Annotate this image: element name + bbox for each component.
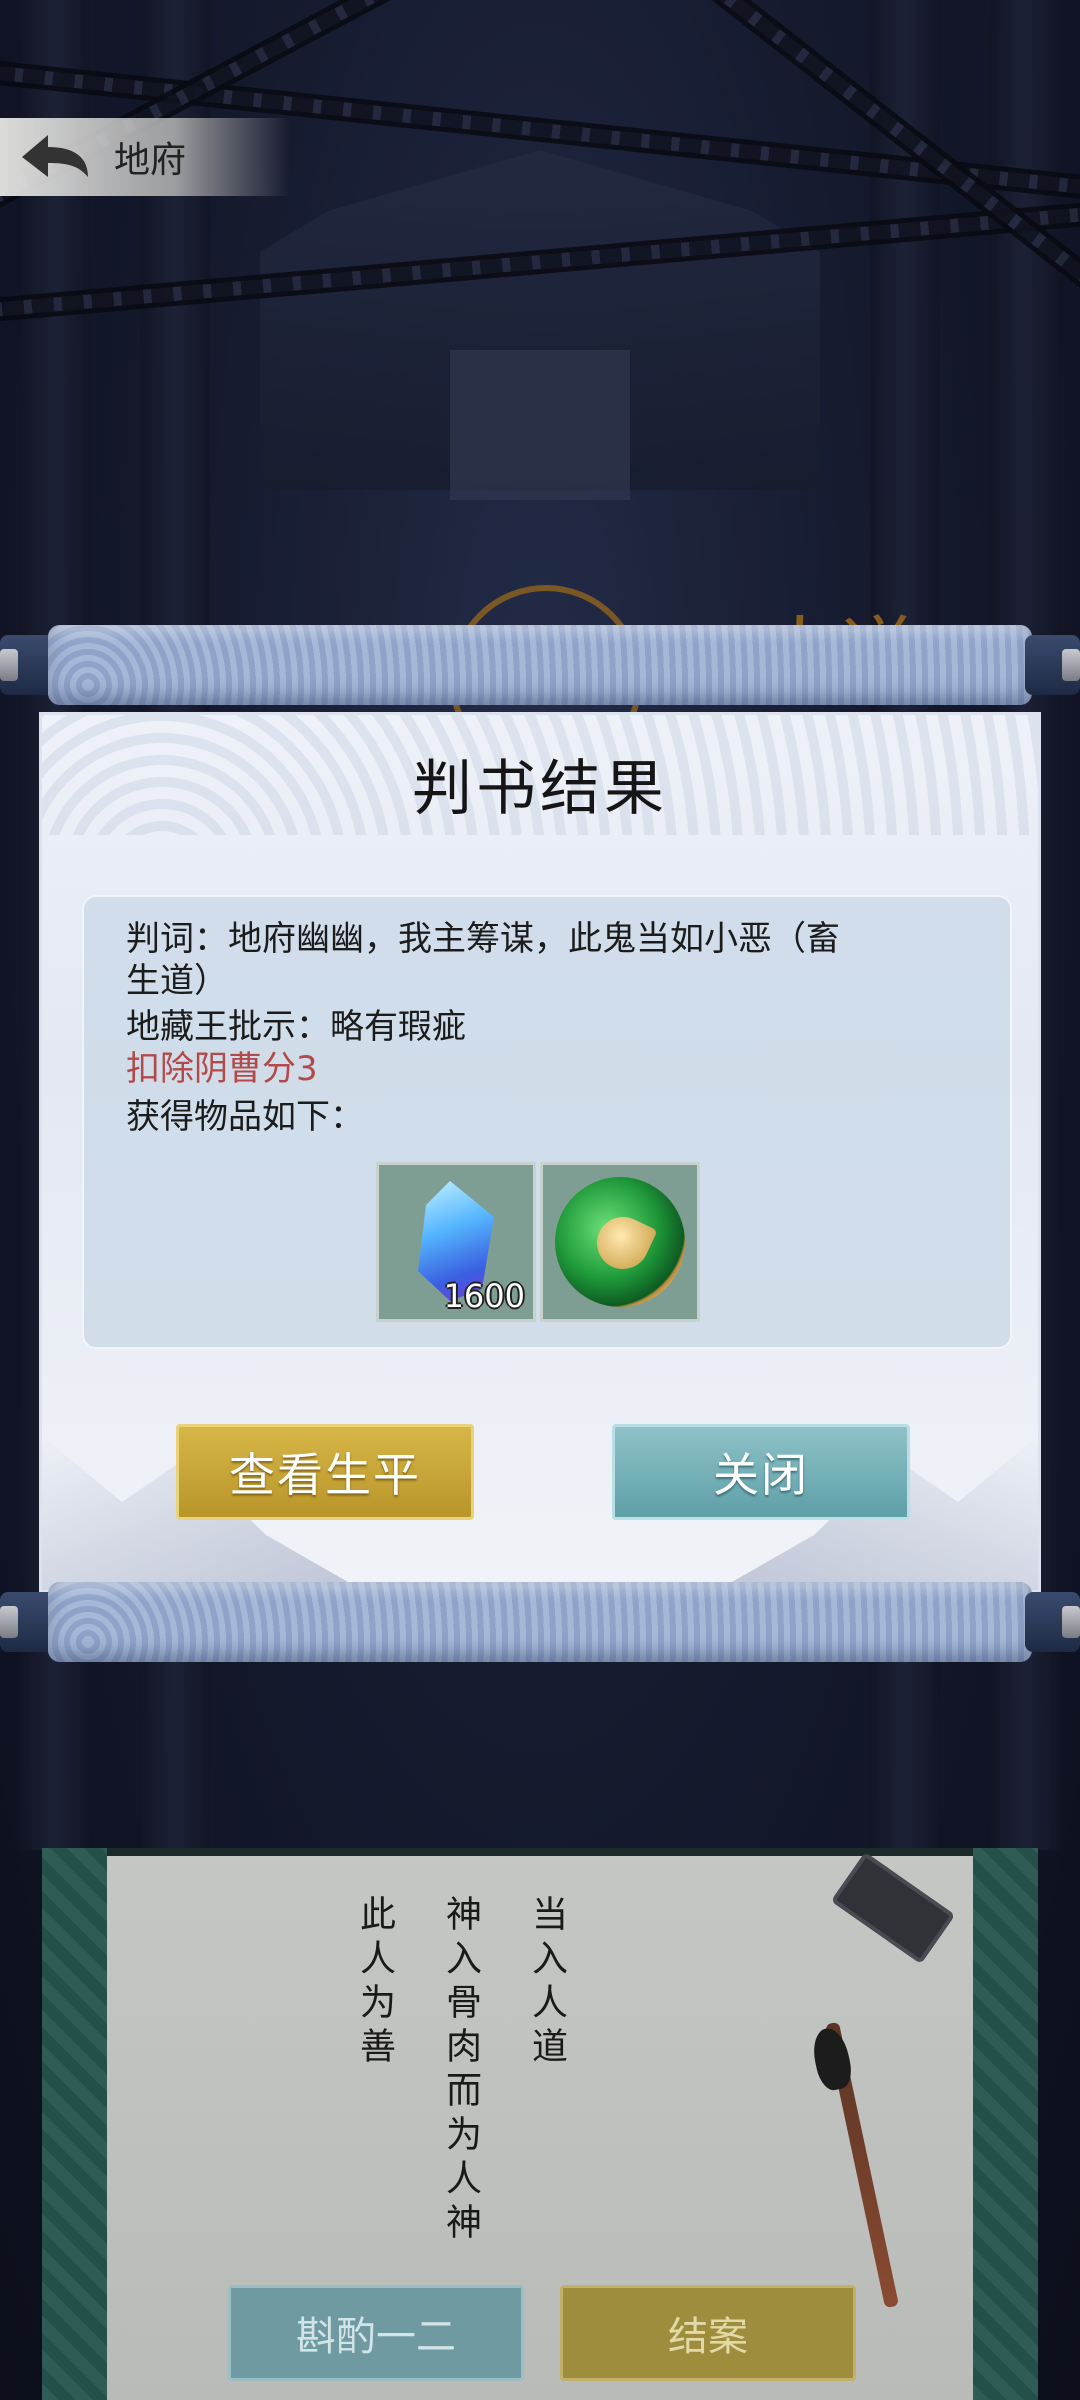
jade-fish-medallion-icon (555, 1177, 685, 1307)
dialog-title: 判书结果 (412, 754, 668, 824)
ledger-border (973, 1848, 1038, 2400)
item-count: 1600 (443, 1277, 525, 1315)
ledger-column-text: 此人为善 (354, 1895, 395, 2071)
roller-knob (1062, 1606, 1080, 1638)
ledger-column-text: 神入骨肉而为人神 (440, 1895, 481, 2247)
roller-knob (0, 1606, 18, 1638)
fish-motif (588, 1208, 658, 1278)
reward-item-slot[interactable]: 1600 (376, 1162, 536, 1322)
scroll-bottom-roller (0, 1572, 1080, 1672)
deliberate-button[interactable]: 斟酌一二 (228, 2285, 524, 2381)
back-arrow-icon[interactable] (14, 127, 94, 187)
ledger-border (42, 1848, 107, 2400)
reward-items: 1600 (376, 1162, 700, 1322)
scroll-top-roller (0, 615, 1080, 715)
background-gate-window (450, 350, 630, 500)
close-case-button[interactable]: 结案 (560, 2285, 856, 2381)
back-bar[interactable]: 地府 (0, 118, 290, 196)
rewards-label: 获得物品如下： (126, 1097, 364, 1137)
verdict-text: 判词：地府幽幽，我主筹谋，此鬼当如小恶（畜 (126, 919, 840, 959)
roller-bar (48, 625, 1032, 705)
page-title: 地府 (114, 140, 187, 181)
roller-bar (48, 1582, 1032, 1662)
close-button[interactable]: 关闭 (612, 1424, 910, 1520)
reward-item-slot[interactable] (540, 1162, 700, 1322)
roller-knob (1062, 649, 1080, 681)
view-life-button[interactable]: 查看生平 (176, 1424, 474, 1520)
verdict-text-continued: 生道） (126, 961, 228, 1001)
approval-text: 地藏王批示：略有瑕疵 (126, 1007, 466, 1047)
ledger-column-text: 当入人道 (526, 1895, 567, 2071)
penalty-text: 扣除阴曹分3 (126, 1049, 318, 1089)
ledger-top-edge (42, 1848, 1038, 1856)
verdict-info-panel: 判词：地府幽幽，我主筹谋，此鬼当如小恶（畜 生道） 地藏王批示：略有瑕疵 扣除阴… (82, 895, 1012, 1349)
roller-knob (0, 649, 18, 681)
